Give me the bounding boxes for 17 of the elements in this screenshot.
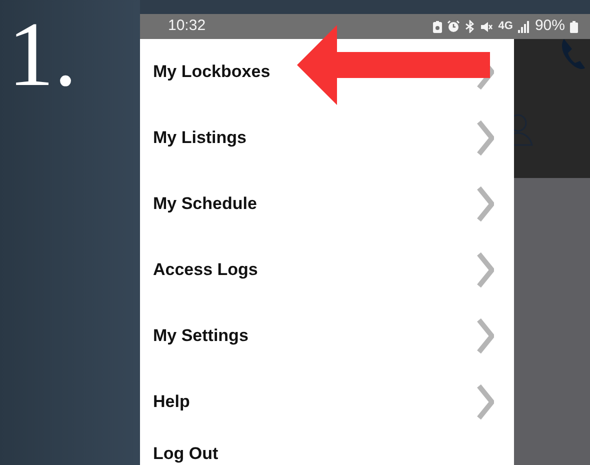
alarm-icon — [447, 20, 460, 33]
menu-item[interactable]: Help — [140, 369, 514, 435]
menu-item[interactable]: My Listings — [140, 105, 514, 171]
signal-icon — [518, 20, 530, 32]
user-icon — [514, 113, 534, 147]
battery-saver-icon — [433, 20, 442, 32]
battery-icon — [570, 20, 578, 32]
mute-icon — [480, 20, 494, 32]
menu-item[interactable]: Access Logs — [140, 237, 514, 303]
battery-percent: 90% — [534, 16, 565, 36]
network-type: 4G — [498, 19, 513, 34]
bluetooth-icon — [465, 20, 476, 33]
step-number: 1. — [8, 8, 78, 100]
menu-item[interactable]: Log Out — [140, 435, 514, 465]
menu-item[interactable]: My Schedule — [140, 171, 514, 237]
menu-item[interactable]: My Settings — [140, 303, 514, 369]
clock-time: 10:32 — [168, 16, 206, 36]
